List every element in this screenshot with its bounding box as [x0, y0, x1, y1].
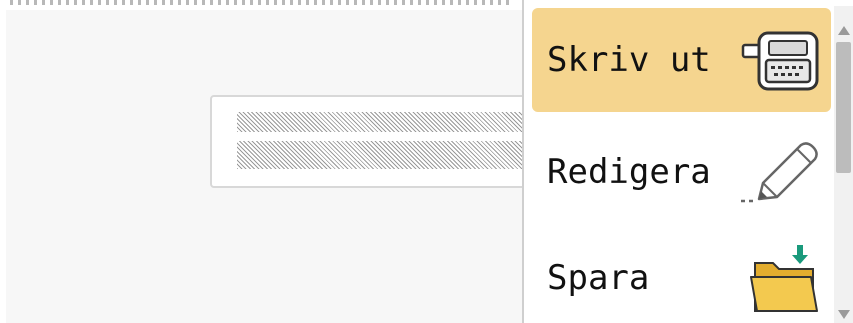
folder-download-icon	[739, 243, 823, 313]
menu-item-save[interactable]: Spara	[532, 226, 831, 323]
menu-item-label: Skriv ut	[547, 40, 711, 80]
menu-item-label: Spara	[547, 258, 650, 298]
scrollbar-thumb[interactable]	[836, 42, 851, 173]
left-edge	[0, 10, 6, 323]
partial-text-line	[10, 0, 510, 5]
printer-icon	[739, 25, 823, 95]
obscured-text-line	[237, 112, 547, 132]
obscured-text-line	[237, 141, 547, 169]
pencil-icon	[739, 137, 823, 207]
scroll-down-arrow-icon[interactable]	[838, 310, 850, 319]
menu-item-edit[interactable]: Redigera	[532, 120, 831, 224]
text-input-box[interactable]	[210, 95, 547, 188]
vertical-scrollbar[interactable]	[834, 6, 853, 323]
menu-item-print[interactable]: Skriv ut	[532, 8, 831, 112]
scroll-up-arrow-icon[interactable]	[838, 26, 850, 35]
screen: Skriv ut Redigera Spara	[0, 0, 853, 323]
menu-item-label: Redigera	[547, 152, 711, 192]
context-menu: Skriv ut Redigera Spara	[522, 0, 853, 323]
